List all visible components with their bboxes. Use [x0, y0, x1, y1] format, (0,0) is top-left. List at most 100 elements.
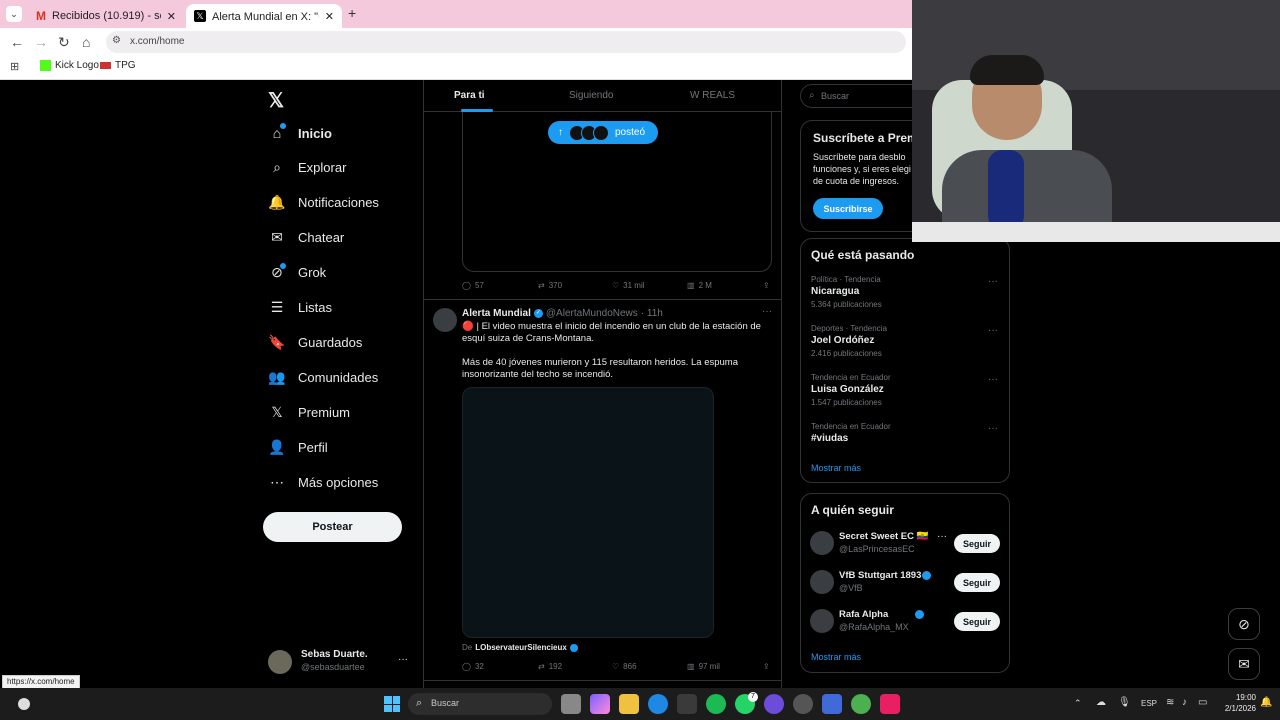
sidebar-item-chatear[interactable]: ✉ Chatear	[268, 226, 344, 250]
share-button[interactable]: ⇪	[763, 662, 770, 671]
post-time[interactable]: · 11h	[641, 308, 663, 319]
tab-gmail[interactable]: M Recibidos (10.919) - sebastiandr ✕	[28, 4, 184, 28]
new-tab-button[interactable]: +	[348, 5, 356, 21]
app-icon[interactable]	[764, 694, 784, 714]
follow-name[interactable]: Rafa Alpha	[839, 609, 888, 620]
tab-para-ti[interactable]: Para ti	[454, 90, 485, 101]
clock[interactable]: 19:00 2/1/2026	[1216, 692, 1256, 714]
address-bar[interactable]: ⚙ x.com/home	[106, 31, 906, 53]
apps-grid-icon[interactable]: ⊞	[10, 60, 19, 73]
post-video[interactable]	[462, 387, 714, 638]
messages-float-button[interactable]: ✉	[1228, 648, 1260, 680]
sidebar-item-guardados[interactable]: 🔖 Guardados	[268, 330, 362, 354]
sidebar-item-inicio[interactable]: ⌂ Inicio	[268, 121, 332, 145]
task-view-icon[interactable]	[561, 694, 581, 714]
trend-item[interactable]: Política · Tendencia Nicaragua 5.364 publi…	[811, 275, 882, 309]
premium-title: Suscríbete a Prem	[813, 131, 918, 145]
app-icon[interactable]	[793, 694, 813, 714]
x-logo-icon[interactable]: 𝕏	[268, 88, 284, 113]
site-info-icon[interactable]: ⚙	[112, 35, 121, 46]
tab-x-post[interactable]: 𝕏 Alerta Mundial en X: "🔴 | El vid ✕	[186, 4, 342, 28]
chevron-up-icon[interactable]: ⌃	[1074, 698, 1082, 709]
volume-icon[interactable]: ♪	[1182, 697, 1187, 708]
avatar[interactable]	[810, 609, 834, 633]
trend-item[interactable]: Deportes · Tendencia Joel Ordóñez 2.416 pu…	[811, 324, 887, 358]
start-button[interactable]	[384, 696, 400, 712]
views-button[interactable]: ▥ 97 mil	[687, 662, 720, 671]
language-indicator[interactable]: ESP	[1141, 699, 1157, 708]
sidebar-item-listas[interactable]: ☰ Listas	[268, 296, 332, 320]
more-icon[interactable]: ···	[937, 531, 947, 542]
reply-button[interactable]: ◯ 32	[462, 662, 484, 671]
author-handle[interactable]: @AlertaMundoNews	[546, 308, 638, 319]
notification-bell-icon[interactable]: 🔔	[1260, 697, 1272, 708]
more-icon[interactable]: ···	[988, 423, 998, 434]
sidebar-item-premium[interactable]: 𝕏 Premium	[268, 400, 350, 424]
bookmark-tpg[interactable]: TPG	[100, 60, 136, 71]
subscribe-button[interactable]: Suscribirse	[813, 198, 883, 219]
avatar[interactable]	[810, 570, 834, 594]
avatar[interactable]	[433, 308, 457, 332]
cloud-icon[interactable]: ☁	[1096, 697, 1106, 708]
tiktok-icon[interactable]	[880, 694, 900, 714]
edge-icon[interactable]	[648, 694, 668, 714]
tab-siguiendo[interactable]: Siguiendo	[569, 90, 613, 101]
reply-button[interactable]: ◯ 57	[462, 281, 484, 290]
microphone-icon[interactable]: 🎙	[1118, 697, 1131, 708]
grok-float-button[interactable]: ⊘	[1228, 608, 1260, 640]
follow-button[interactable]: Seguir	[954, 612, 1000, 631]
close-icon[interactable]: ✕	[325, 10, 334, 23]
sidebar-item-grok[interactable]: ⊘ Grok	[268, 261, 326, 285]
new-posts-pill[interactable]: ↑ posteó	[548, 121, 658, 144]
more-icon[interactable]: ···	[988, 276, 998, 287]
person-hair	[970, 55, 1044, 85]
account-switcher[interactable]: Sebas Duarte. @sebasduartee ···	[268, 648, 413, 676]
forward-icon[interactable]: →	[34, 34, 48, 50]
more-icon[interactable]: ···	[988, 325, 998, 336]
weather-icon[interactable]	[18, 698, 30, 710]
share-button[interactable]: ⇪	[763, 281, 770, 290]
sidebar-item-más-opciones[interactable]: ⋯ Más opciones	[268, 470, 378, 494]
bookmark-kick-logo[interactable]: Kick Logo	[40, 60, 99, 71]
wifi-icon[interactable]: ≋	[1166, 697, 1174, 708]
app-icon[interactable]	[822, 694, 842, 714]
show-more-link[interactable]: Mostrar más	[811, 652, 861, 662]
sidebar-item-notificaciones[interactable]: 🔔 Notificaciones	[268, 191, 379, 215]
tab-w-reals[interactable]: W REALS	[690, 90, 735, 101]
chrome-icon[interactable]	[677, 694, 697, 714]
source-link[interactable]: LObservateurSilencieux	[475, 643, 567, 652]
more-icon[interactable]: ···	[988, 374, 998, 385]
search-bar[interactable]: ⌕ Buscar	[800, 84, 930, 108]
follow-button[interactable]: Seguir	[954, 573, 1000, 592]
show-more-link[interactable]: Mostrar más	[811, 463, 861, 473]
more-icon[interactable]: ···	[762, 306, 772, 317]
follow-name[interactable]: VfB Stuttgart 1893	[839, 570, 921, 581]
home-button-icon[interactable]: ⌂	[82, 34, 90, 50]
sidebar-item-comunidades[interactable]: 👥 Comunidades	[268, 365, 378, 389]
post-button[interactable]: Postear	[263, 512, 402, 542]
sidebar-item-explorar[interactable]: ⌕ Explorar	[268, 156, 346, 180]
avatar[interactable]	[810, 531, 834, 555]
trend-item[interactable]: Tendencia en Ecuador #viudas	[811, 422, 891, 447]
chrome-profile-icon[interactable]	[851, 694, 871, 714]
follow-button[interactable]: Seguir	[954, 534, 1000, 553]
taskbar-search[interactable]: ⌕ Buscar	[408, 693, 552, 715]
like-button[interactable]: ♡ 866	[612, 662, 637, 671]
battery-icon[interactable]: ▭	[1198, 697, 1207, 708]
back-icon[interactable]: ←	[10, 34, 24, 50]
like-button[interactable]: ♡ 31 mil	[612, 281, 645, 290]
close-icon[interactable]: ✕	[167, 10, 176, 23]
repost-button[interactable]: ⇄ 370	[538, 281, 562, 290]
tab-list-button[interactable]: ⌄	[6, 6, 22, 22]
views-button[interactable]: ▥ 2 M	[687, 281, 712, 290]
reload-icon[interactable]: ↻	[58, 34, 70, 51]
author-name[interactable]: Alerta Mundial	[462, 308, 531, 319]
file-explorer-icon[interactable]	[619, 694, 639, 714]
spotify-icon[interactable]	[706, 694, 726, 714]
trend-item[interactable]: Tendencia en Ecuador Luisa González 1.547 …	[811, 373, 891, 407]
follow-name[interactable]: Secret Sweet EC 🇪🇨	[839, 531, 928, 542]
sidebar-item-perfil[interactable]: 👤 Perfil	[268, 435, 327, 459]
more-icon[interactable]: ···	[398, 654, 408, 665]
repost-button[interactable]: ⇄ 192	[538, 662, 562, 671]
copilot-icon[interactable]	[590, 694, 610, 714]
